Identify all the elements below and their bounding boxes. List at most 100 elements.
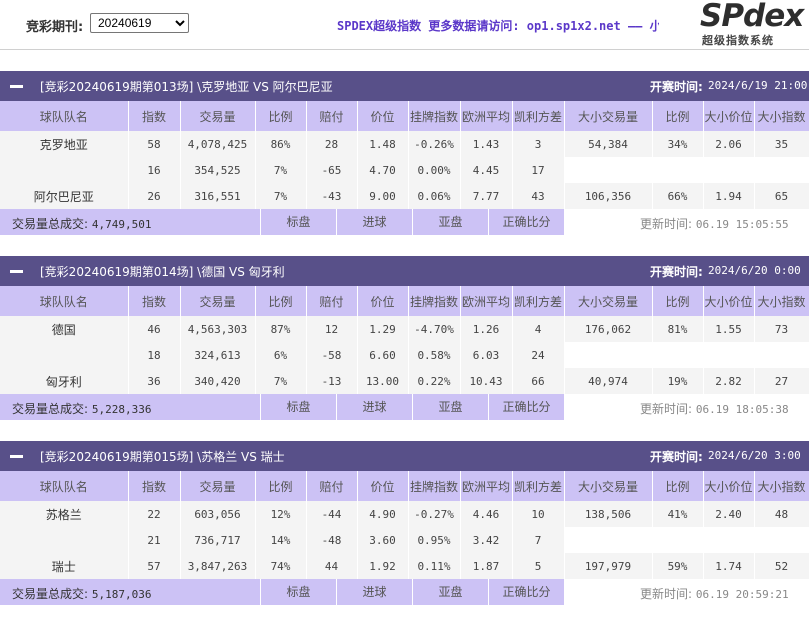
table-cell	[564, 342, 653, 368]
marquee-text[interactable]: SPDEX超级指数 更多数据请访问: op1.sp1x2.net —— 小	[337, 17, 659, 33]
column-header: 大小价位	[703, 101, 755, 131]
match-block: [竞彩20240619期第015场] \苏格兰 VS 瑞士 开赛时间: 2024/6…	[0, 441, 809, 605]
team-name-cell[interactable]: 匈牙利	[0, 368, 129, 394]
table-cell	[703, 527, 755, 553]
match-title[interactable]: [竞彩20240619期第014场] \德国 VS 匈牙利	[40, 263, 285, 280]
table-cell: 603,056	[180, 501, 256, 527]
collapse-icon[interactable]	[10, 85, 23, 88]
team-name-cell[interactable]	[0, 527, 129, 553]
table-header-row: 球队队名 指数 交易量 比例 赔付 价位 挂牌指数 欧洲平均 凯利方差 大小交易量 比例 大小价位 大小…	[0, 471, 809, 501]
table-cell: 1.87	[460, 553, 513, 579]
table-cell: 14%	[255, 527, 307, 553]
table-cell: 7	[512, 527, 565, 553]
market-tab[interactable]: 正确比分	[489, 209, 564, 235]
market-tab[interactable]: 亚盘	[413, 394, 488, 420]
team-name-cell[interactable]: 苏格兰	[0, 501, 129, 527]
column-header: 比例	[652, 471, 704, 501]
column-header: 指数	[128, 286, 181, 316]
total-volume: 交易量总成交: 4,749,501	[0, 209, 260, 235]
column-header: 大小指数	[754, 101, 809, 131]
period-select[interactable]: 20240619	[90, 13, 189, 33]
table-cell: 65	[754, 183, 809, 209]
table-cell: 66	[512, 368, 565, 394]
table-row: 德国 46 4,563,303 87% 12 1.29 -4.70% 1.26 4 176,062…	[0, 316, 809, 342]
market-tab[interactable]: 亚盘	[413, 209, 488, 235]
team-name-cell[interactable]	[0, 157, 129, 183]
table-cell: 7%	[255, 183, 307, 209]
market-tab[interactable]: 进球	[337, 209, 412, 235]
table-cell: 12%	[255, 501, 307, 527]
market-tab[interactable]: 进球	[337, 579, 412, 605]
table-cell: 81%	[652, 316, 704, 342]
table-cell	[754, 342, 809, 368]
table-cell: -58	[306, 342, 358, 368]
logo-main-text: SPdex	[700, 0, 804, 34]
table-cell: 1.29	[357, 316, 409, 342]
table-cell: 197,979	[564, 553, 653, 579]
market-tab[interactable]: 标盘	[261, 579, 336, 605]
column-header: 欧洲平均	[460, 286, 513, 316]
market-tab[interactable]: 正确比分	[489, 579, 564, 605]
column-header: 挂牌指数	[408, 101, 461, 131]
table-cell: 1.26	[460, 316, 513, 342]
table-cell	[652, 157, 704, 183]
table-row: 阿尔巴尼亚 26 316,551 7% -43 9.00 0.06% 7.77 43 106,35…	[0, 183, 809, 209]
table-cell: 4,563,303	[180, 316, 256, 342]
updated-value: 06.19 18:05:38	[695, 403, 789, 416]
table-row: 18 324,613 6% -58 6.60 0.58% 6.03 24	[0, 342, 809, 368]
table-cell: -43	[306, 183, 358, 209]
collapse-icon[interactable]	[10, 270, 23, 273]
table-cell: 66%	[652, 183, 704, 209]
table-row: 匈牙利 36 340,420 7% -13 13.00 0.22% 10.43 66 40,974…	[0, 368, 809, 394]
table-cell: -4.70%	[408, 316, 461, 342]
table-cell: 1.55	[703, 316, 755, 342]
team-name-cell[interactable]: 阿尔巴尼亚	[0, 183, 129, 209]
market-tabs: 标盘 进球 亚盘 正确比分	[261, 579, 565, 605]
column-header: 大小指数	[754, 471, 809, 501]
team-name-cell[interactable]: 瑞士	[0, 553, 129, 579]
table-cell: 40,974	[564, 368, 653, 394]
match-header: [竞彩20240619期第014场] \德国 VS 匈牙利 开赛时间: 2024/6…	[0, 256, 809, 286]
column-header: 挂牌指数	[408, 286, 461, 316]
market-tabs: 标盘 进球 亚盘 正确比分	[261, 394, 565, 420]
market-tab[interactable]: 标盘	[261, 209, 336, 235]
column-header: 指数	[128, 471, 181, 501]
table-cell: 106,356	[564, 183, 653, 209]
match-title[interactable]: [竞彩20240619期第013场] \克罗地亚 VS 阿尔巴尼亚	[40, 78, 333, 95]
table-cell: 6%	[255, 342, 307, 368]
collapse-icon[interactable]	[10, 455, 23, 458]
table-cell: 7.77	[460, 183, 513, 209]
table-cell: 19%	[652, 368, 704, 394]
kickoff-label: 开赛时间:	[650, 80, 703, 94]
table-cell: 43	[512, 183, 565, 209]
column-header: 比例	[652, 286, 704, 316]
total-volume: 交易量总成交: 5,228,336	[0, 394, 260, 420]
column-header: 交易量	[180, 286, 256, 316]
updated-value: 06.19 15:05:55	[695, 218, 789, 231]
column-header: 球队队名	[0, 101, 129, 131]
table-cell: 4.46	[460, 501, 513, 527]
team-name-cell[interactable]: 德国	[0, 316, 129, 342]
team-name-cell[interactable]: 克罗地亚	[0, 131, 129, 157]
table-cell: 1.48	[357, 131, 409, 157]
market-tab[interactable]: 亚盘	[413, 579, 488, 605]
column-header: 交易量	[180, 101, 256, 131]
team-name-cell[interactable]	[0, 342, 129, 368]
table-cell: 1.92	[357, 553, 409, 579]
market-tab[interactable]: 正确比分	[489, 394, 564, 420]
table-cell: 1.74	[703, 553, 755, 579]
table-cell: 6.60	[357, 342, 409, 368]
table-cell: 36	[128, 368, 181, 394]
table-cell: -0.27%	[408, 501, 461, 527]
table-cell: 13.00	[357, 368, 409, 394]
table-cell: -13	[306, 368, 358, 394]
market-tabs: 标盘 进球 亚盘 正确比分	[261, 209, 565, 235]
table-cell: 7%	[255, 368, 307, 394]
match-title[interactable]: [竞彩20240619期第015场] \苏格兰 VS 瑞士	[40, 448, 285, 465]
updated-label: 更新时间:	[640, 402, 693, 416]
total-label: 交易量总成交:	[12, 402, 89, 416]
market-tab[interactable]: 进球	[337, 394, 412, 420]
column-header: 凯利方差	[512, 286, 565, 316]
market-tab[interactable]: 标盘	[261, 394, 336, 420]
table-cell: 3.60	[357, 527, 409, 553]
